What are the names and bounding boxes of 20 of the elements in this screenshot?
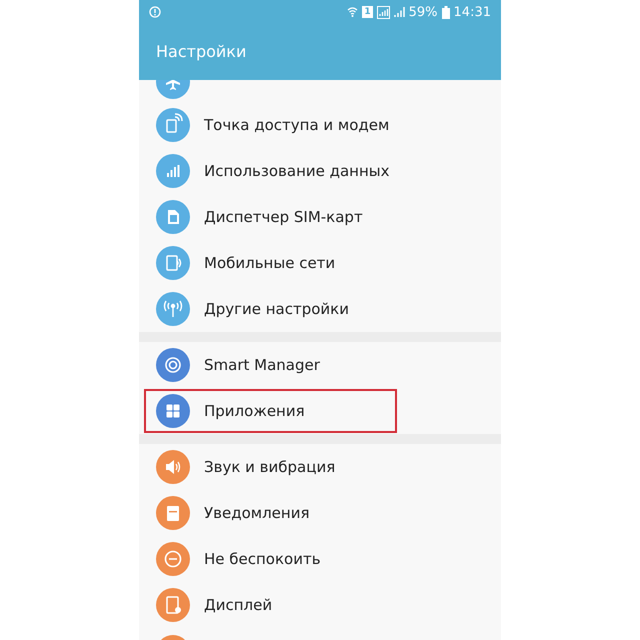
wifi-icon: [347, 6, 358, 18]
clock: 14:31: [454, 4, 491, 20]
settings-item[interactable]: Диспетчер SIM-карт: [204, 208, 363, 226]
alert-icon: [149, 6, 161, 18]
battery-icon: [442, 6, 450, 18]
settings-item[interactable]: Уведомления: [204, 504, 310, 522]
settings-item[interactable]: Другие настройки: [204, 300, 349, 318]
settings-item[interactable]: Приложения: [204, 402, 305, 420]
settings-item[interactable]: Использование данных: [204, 162, 390, 180]
battery-level: 59%: [408, 4, 438, 20]
settings-item[interactable]: Точка доступа и модем: [204, 116, 390, 134]
settings-item[interactable]: Дисплей: [204, 596, 272, 614]
signal-icon: [376, 6, 390, 18]
sim-indicator: 1: [362, 6, 373, 18]
settings-item[interactable]: Не беспокоить: [204, 550, 321, 568]
screen-title: Настройки: [155, 41, 248, 61]
signal-icon: [394, 6, 405, 18]
settings-item[interactable]: Smart Manager: [204, 356, 320, 374]
settings-item[interactable]: Мобильные сети: [204, 254, 336, 272]
settings-item[interactable]: Звук и вибрация: [204, 458, 336, 476]
